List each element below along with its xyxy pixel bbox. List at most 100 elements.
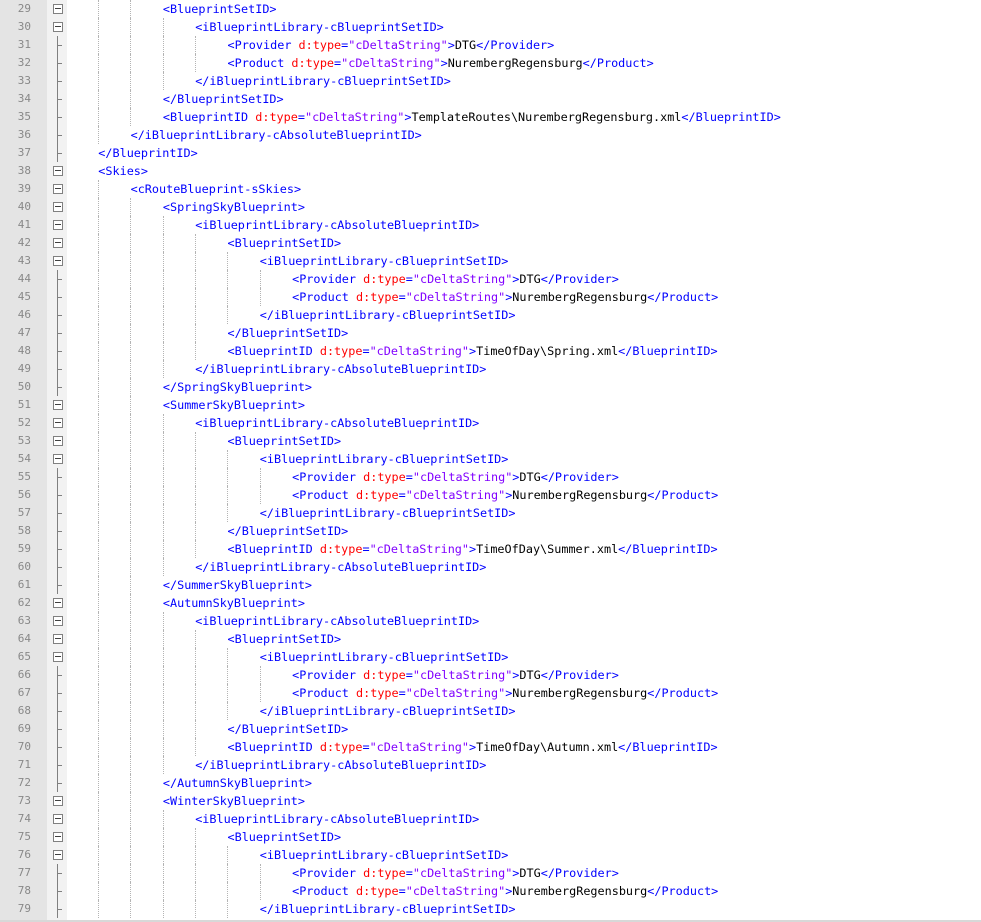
code-line[interactable]: 46 </iBlueprintLibrary-cBlueprintSetID> bbox=[0, 306, 981, 324]
code-text[interactable]: <iBlueprintLibrary-cAbsoluteBlueprintID> bbox=[195, 810, 479, 828]
code-editor[interactable]: 29 <BlueprintSetID> 30 <iBlueprintLibrary-c… bbox=[0, 0, 981, 922]
code-text[interactable]: </iBlueprintLibrary-cAbsoluteBlueprintID… bbox=[195, 756, 486, 774]
code-line[interactable]: 65 <iBlueprintLibrary-cBlueprintSetID> bbox=[0, 648, 981, 666]
code-text[interactable]: <Product d:type="cDeltaString">Nuremberg… bbox=[292, 486, 718, 504]
code-text[interactable]: </SpringSkyBlueprint> bbox=[163, 378, 312, 396]
code-line[interactable]: 44 <Provider d:type="cDeltaString">DTG</P… bbox=[0, 270, 981, 288]
code-text[interactable]: </BlueprintID> bbox=[98, 144, 197, 162]
code-line[interactable]: 74 <iBlueprintLibrary-cAbsoluteBlueprintI… bbox=[0, 810, 981, 828]
code-line[interactable]: 34 </BlueprintSetID> bbox=[0, 90, 981, 108]
code-text[interactable]: </iBlueprintLibrary-cBlueprintSetID> bbox=[195, 72, 451, 90]
code-line[interactable]: 78 <Product d:type="cDeltaString">Nurembe… bbox=[0, 882, 981, 900]
code-text[interactable]: </SummerSkyBlueprint> bbox=[163, 576, 312, 594]
code-text[interactable]: <WinterSkyBlueprint> bbox=[163, 792, 305, 810]
code-text[interactable]: <Provider d:type="cDeltaString">DTG</Pro… bbox=[228, 36, 555, 54]
code-text[interactable]: <iBlueprintLibrary-cAbsoluteBlueprintID> bbox=[195, 414, 479, 432]
code-line[interactable]: 50 </SpringSkyBlueprint> bbox=[0, 378, 981, 396]
code-text[interactable]: </BlueprintSetID> bbox=[228, 324, 349, 342]
code-text[interactable]: <SpringSkyBlueprint> bbox=[163, 198, 305, 216]
code-text[interactable]: <iBlueprintLibrary-cBlueprintSetID> bbox=[260, 450, 509, 468]
fold-collapse-icon[interactable] bbox=[53, 22, 63, 32]
code-line[interactable]: 61 </SummerSkyBlueprint> bbox=[0, 576, 981, 594]
code-text[interactable]: <BlueprintID d:type="cDeltaString">TimeO… bbox=[228, 540, 718, 558]
code-line[interactable]: 58 </BlueprintSetID> bbox=[0, 522, 981, 540]
code-text[interactable]: <iBlueprintLibrary-cAbsoluteBlueprintID> bbox=[195, 612, 479, 630]
code-text[interactable]: </BlueprintSetID> bbox=[228, 522, 349, 540]
code-line[interactable]: 55 <Provider d:type="cDeltaString">DTG</P… bbox=[0, 468, 981, 486]
fold-collapse-icon[interactable] bbox=[53, 598, 63, 608]
fold-collapse-icon[interactable] bbox=[53, 4, 63, 14]
code-line[interactable]: 43 <iBlueprintLibrary-cBlueprintSetID> bbox=[0, 252, 981, 270]
code-line[interactable]: 39 <cRouteBlueprint-sSkies> bbox=[0, 180, 981, 198]
code-line[interactable]: 72 </AutumnSkyBlueprint> bbox=[0, 774, 981, 792]
code-line[interactable]: 30 <iBlueprintLibrary-cBlueprintSetID> bbox=[0, 18, 981, 36]
code-line[interactable]: 68 </iBlueprintLibrary-cBlueprintSetID> bbox=[0, 702, 981, 720]
fold-collapse-icon[interactable] bbox=[53, 832, 63, 842]
code-line[interactable]: 49 </iBlueprintLibrary-cAbsoluteBlueprint… bbox=[0, 360, 981, 378]
code-line[interactable]: 45 <Product d:type="cDeltaString">Nurembe… bbox=[0, 288, 981, 306]
code-text[interactable]: </iBlueprintLibrary-cBlueprintSetID> bbox=[260, 306, 516, 324]
fold-collapse-icon[interactable] bbox=[53, 616, 63, 626]
fold-collapse-icon[interactable] bbox=[53, 220, 63, 230]
code-line[interactable]: 36 </iBlueprintLibrary-cAbsoluteBlueprint… bbox=[0, 126, 981, 144]
code-line[interactable]: 33 </iBlueprintLibrary-cBlueprintSetID> bbox=[0, 72, 981, 90]
fold-collapse-icon[interactable] bbox=[53, 184, 63, 194]
code-line[interactable]: 64 <BlueprintSetID> bbox=[0, 630, 981, 648]
code-line[interactable]: 38 <Skies> bbox=[0, 162, 981, 180]
code-line[interactable]: 53 <BlueprintSetID> bbox=[0, 432, 981, 450]
code-text[interactable]: <BlueprintID d:type="cDeltaString">Templ… bbox=[163, 108, 781, 126]
code-line[interactable]: 37 </BlueprintID> bbox=[0, 144, 981, 162]
code-text[interactable]: <Provider d:type="cDeltaString">DTG</Pro… bbox=[292, 468, 619, 486]
code-line[interactable]: 79 </iBlueprintLibrary-cBlueprintSetID> bbox=[0, 900, 981, 918]
code-text[interactable]: <AutumnSkyBlueprint> bbox=[163, 594, 305, 612]
code-line[interactable]: 29 <BlueprintSetID> bbox=[0, 0, 981, 18]
fold-collapse-icon[interactable] bbox=[53, 814, 63, 824]
code-text[interactable]: <iBlueprintLibrary-cBlueprintSetID> bbox=[260, 846, 509, 864]
fold-collapse-icon[interactable] bbox=[53, 652, 63, 662]
code-text[interactable]: </BlueprintSetID> bbox=[163, 90, 284, 108]
code-line[interactable]: 56 <Product d:type="cDeltaString">Nurembe… bbox=[0, 486, 981, 504]
code-line[interactable]: 70 <BlueprintID d:type="cDeltaString">Tim… bbox=[0, 738, 981, 756]
code-line[interactable]: 73 <WinterSkyBlueprint> bbox=[0, 792, 981, 810]
code-text[interactable]: <Product d:type="cDeltaString">Nuremberg… bbox=[292, 684, 718, 702]
code-line[interactable]: 69 </BlueprintSetID> bbox=[0, 720, 981, 738]
code-text[interactable]: <SummerSkyBlueprint> bbox=[163, 396, 305, 414]
code-text[interactable]: <Product d:type="cDeltaString">Nuremberg… bbox=[228, 54, 654, 72]
fold-collapse-icon[interactable] bbox=[53, 256, 63, 266]
code-text[interactable]: <cRouteBlueprint-sSkies> bbox=[131, 180, 301, 198]
code-text[interactable]: <Provider d:type="cDeltaString">DTG</Pro… bbox=[292, 666, 619, 684]
fold-collapse-icon[interactable] bbox=[53, 400, 63, 410]
code-text[interactable]: <Provider d:type="cDeltaString">DTG</Pro… bbox=[292, 864, 619, 882]
code-line[interactable]: 59 <BlueprintID d:type="cDeltaString">Tim… bbox=[0, 540, 981, 558]
code-line[interactable]: 42 <BlueprintSetID> bbox=[0, 234, 981, 252]
code-text[interactable]: </AutumnSkyBlueprint> bbox=[163, 774, 312, 792]
code-text[interactable]: </iBlueprintLibrary-cBlueprintSetID> bbox=[260, 504, 516, 522]
code-text[interactable]: <iBlueprintLibrary-cBlueprintSetID> bbox=[260, 648, 509, 666]
code-text[interactable]: <BlueprintSetID> bbox=[228, 630, 342, 648]
code-line[interactable]: 77 <Provider d:type="cDeltaString">DTG</P… bbox=[0, 864, 981, 882]
fold-collapse-icon[interactable] bbox=[53, 418, 63, 428]
code-text[interactable]: <Product d:type="cDeltaString">Nuremberg… bbox=[292, 288, 718, 306]
code-line[interactable]: 75 <BlueprintSetID> bbox=[0, 828, 981, 846]
fold-collapse-icon[interactable] bbox=[53, 202, 63, 212]
code-text[interactable]: </iBlueprintLibrary-cAbsoluteBlueprintID… bbox=[131, 126, 422, 144]
code-line[interactable]: 54 <iBlueprintLibrary-cBlueprintSetID> bbox=[0, 450, 981, 468]
code-line[interactable]: 31 <Provider d:type="cDeltaString">DTG</P… bbox=[0, 36, 981, 54]
code-line[interactable]: 63 <iBlueprintLibrary-cAbsoluteBlueprintI… bbox=[0, 612, 981, 630]
code-text[interactable]: <BlueprintSetID> bbox=[228, 234, 342, 252]
code-text[interactable]: </iBlueprintLibrary-cBlueprintSetID> bbox=[260, 900, 516, 918]
code-text[interactable]: <Product d:type="cDeltaString">Nuremberg… bbox=[292, 882, 718, 900]
code-line[interactable]: 47 </BlueprintSetID> bbox=[0, 324, 981, 342]
code-text[interactable]: </BlueprintSetID> bbox=[228, 720, 349, 738]
fold-collapse-icon[interactable] bbox=[53, 796, 63, 806]
code-text[interactable]: <BlueprintSetID> bbox=[228, 828, 342, 846]
code-text[interactable]: <iBlueprintLibrary-cBlueprintSetID> bbox=[260, 252, 509, 270]
code-line[interactable]: 51 <SummerSkyBlueprint> bbox=[0, 396, 981, 414]
code-text[interactable]: <BlueprintID d:type="cDeltaString">TimeO… bbox=[228, 738, 718, 756]
code-line[interactable]: 48 <BlueprintID d:type="cDeltaString">Tim… bbox=[0, 342, 981, 360]
fold-collapse-icon[interactable] bbox=[53, 634, 63, 644]
code-line[interactable]: 71 </iBlueprintLibrary-cAbsoluteBlueprint… bbox=[0, 756, 981, 774]
code-text[interactable]: <iBlueprintLibrary-cBlueprintSetID> bbox=[195, 18, 444, 36]
code-line[interactable]: 67 <Product d:type="cDeltaString">Nurembe… bbox=[0, 684, 981, 702]
code-text[interactable]: </iBlueprintLibrary-cBlueprintSetID> bbox=[260, 702, 516, 720]
